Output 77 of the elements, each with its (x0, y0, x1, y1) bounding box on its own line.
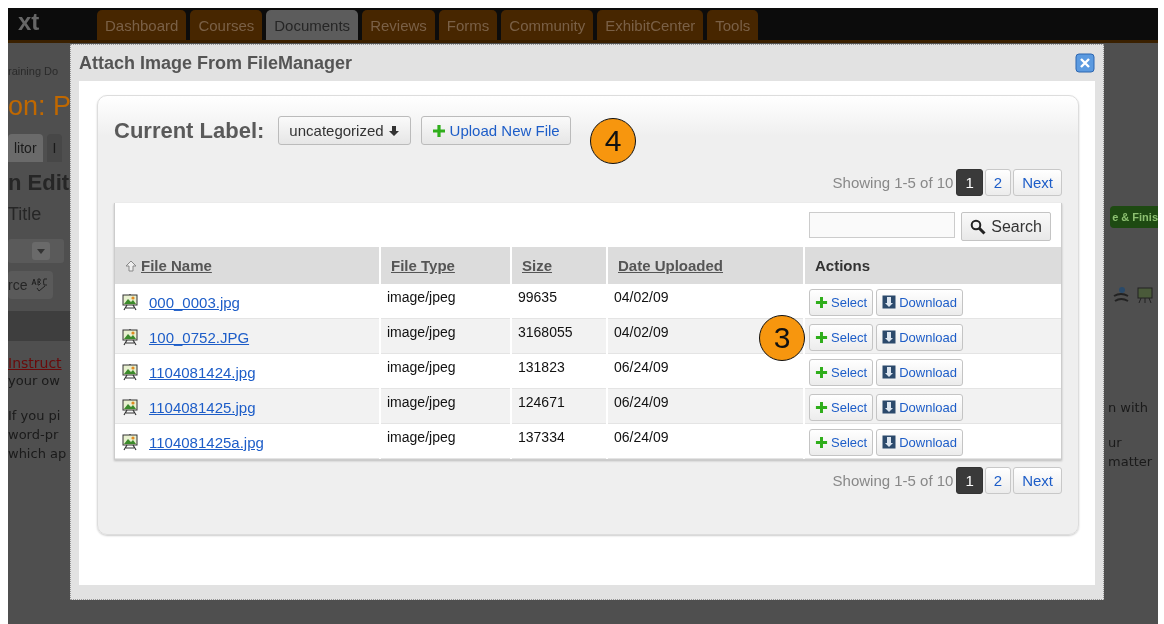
table-cell: image/jpeg (387, 394, 456, 410)
file-name-link[interactable]: 1104081424.jpg (149, 363, 256, 381)
column-header[interactable]: Date Uploaded (608, 247, 803, 284)
table-cell: image/jpeg (387, 359, 456, 375)
page-button[interactable]: 1 (956, 168, 983, 196)
image-file-icon (121, 293, 139, 311)
next-button[interactable]: Next (1013, 466, 1062, 494)
column-header[interactable]: File Type (381, 247, 510, 284)
column-header[interactable]: Size (512, 247, 606, 284)
page-button[interactable]: 1 (956, 466, 983, 494)
plus-icon (815, 330, 828, 344)
people-icon[interactable] (1112, 286, 1130, 304)
table-cell: image/jpeg (387, 429, 456, 445)
plus-icon (815, 295, 828, 309)
search-icon (970, 218, 987, 235)
next-button[interactable]: Next (1013, 168, 1062, 196)
file-name-link[interactable]: 1104081425a.jpg (149, 433, 264, 451)
sort-up-icon (125, 259, 137, 272)
image-icon[interactable] (1136, 286, 1154, 304)
upload-button[interactable]: Upload New File (420, 116, 571, 145)
save-button[interactable]: e & Finis (1110, 206, 1158, 228)
table-cell: 04/02/09 (614, 324, 669, 340)
table-cell: 131823 (518, 359, 565, 375)
search-field[interactable] (809, 212, 956, 238)
image-file-icon (121, 363, 139, 381)
download-icon (882, 435, 897, 449)
spellcheck-icon[interactable] (31, 278, 50, 292)
select-button[interactable]: Select (809, 393, 874, 421)
download-icon (882, 365, 897, 379)
select-button[interactable]: Select (809, 323, 874, 351)
column-header[interactable]: File Name (115, 247, 379, 284)
plus-icon (815, 365, 828, 379)
select-button[interactable]: Select (809, 288, 874, 316)
close-icon[interactable] (1075, 53, 1095, 73)
pagination-summary: Showing 1-5 of 10 (832, 471, 954, 489)
page-button[interactable]: 2 (984, 168, 1012, 196)
logo-text: xt (17, 8, 41, 36)
download-button[interactable]: Download (876, 393, 963, 421)
editor-tab[interactable]: litor (8, 134, 43, 162)
table-cell: 06/24/09 (614, 359, 669, 375)
down-arrow-icon (387, 124, 400, 137)
table-cell: 04/02/09 (614, 289, 669, 305)
pagination-summary: Showing 1-5 of 10 (832, 173, 954, 191)
download-button[interactable]: Download (876, 323, 963, 351)
dialog-title: Attach Image From FileManager (79, 52, 353, 74)
download-button[interactable]: Download (876, 358, 963, 386)
image-file-icon (121, 433, 139, 451)
page-button[interactable]: 2 (984, 466, 1012, 494)
toolbar-background (8, 311, 70, 341)
table-cell: image/jpeg (387, 289, 456, 305)
table-cell: 06/24/09 (614, 394, 669, 410)
select-button[interactable]: Select (809, 428, 874, 456)
search-button[interactable]: Search (961, 212, 1051, 241)
download-button[interactable]: Download (876, 428, 963, 456)
download-icon (882, 400, 897, 414)
table-cell: 124671 (518, 394, 565, 410)
column-header: Actions (805, 247, 1061, 284)
file-name-link[interactable]: 100_0752.JPG (149, 328, 250, 346)
table-cell: 06/24/09 (614, 429, 669, 445)
plus-icon (815, 400, 828, 414)
download-button[interactable]: Download (876, 288, 963, 316)
download-icon (882, 295, 897, 309)
table-cell: 137334 (518, 429, 565, 445)
style-select[interactable] (8, 239, 64, 263)
download-icon (882, 330, 897, 344)
image-file-icon (121, 328, 139, 346)
label-dropdown[interactable]: uncategorized (278, 116, 411, 145)
select-button[interactable]: Select (809, 358, 874, 386)
page-heading: on: P (8, 91, 72, 122)
image-file-icon (121, 398, 139, 416)
table-cell: 3168055 (518, 324, 573, 340)
current-label-text: Current Label: (114, 117, 265, 144)
plus-icon (431, 123, 446, 138)
file-name-link[interactable]: 000_0003.jpg (149, 293, 240, 311)
table-cell: 99635 (518, 289, 557, 305)
table-cell: image/jpeg (387, 324, 456, 340)
plus-icon (815, 435, 828, 449)
